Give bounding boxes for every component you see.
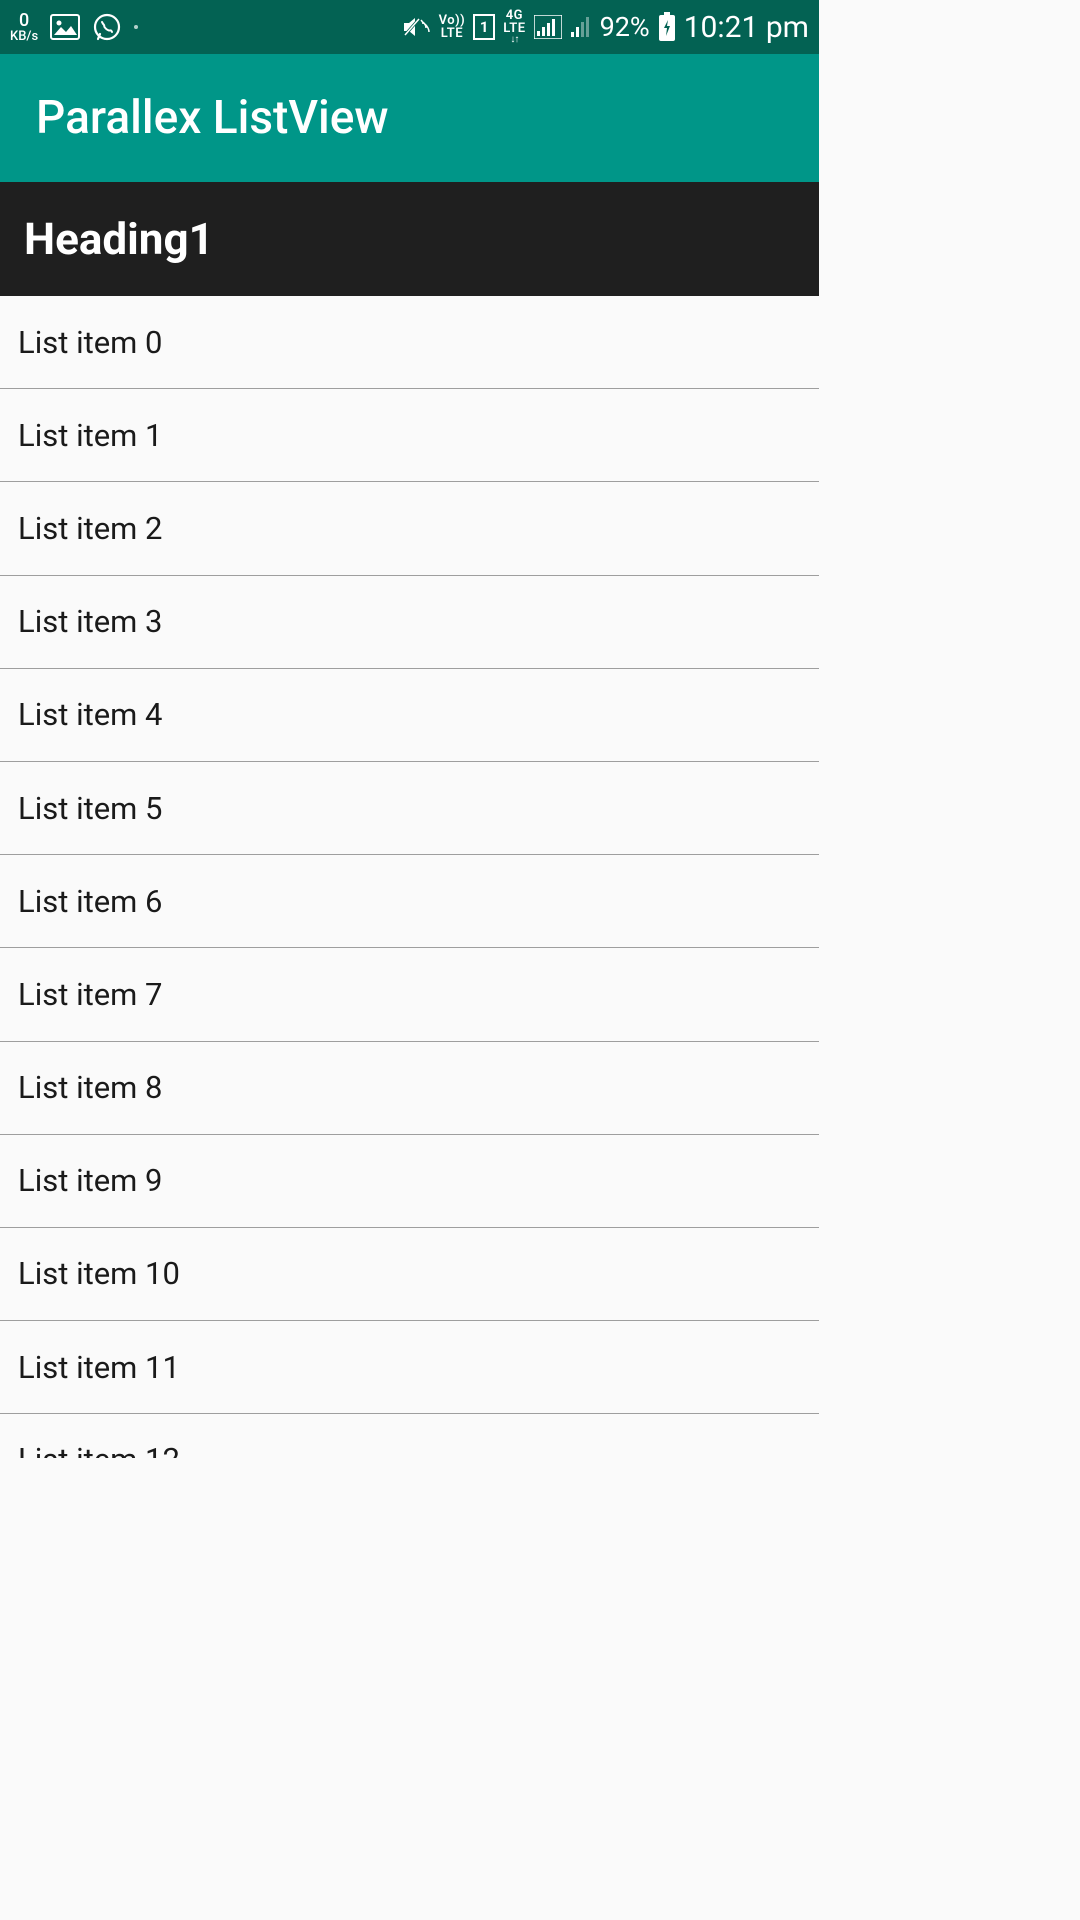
list-item-label: List item 8 [18, 1069, 162, 1106]
list-item[interactable]: List item 6 [0, 855, 819, 948]
gallery-icon [50, 14, 80, 40]
signal-icon-2 [570, 15, 592, 39]
signal-icon-1 [534, 15, 562, 39]
list-item-label: List item 2 [18, 510, 162, 547]
list-item-label: List item 6 [18, 883, 162, 920]
list-item[interactable]: List item 11 [0, 1321, 819, 1414]
list-item[interactable]: List item 9 [0, 1135, 819, 1228]
list-item[interactable]: List item 3 [0, 576, 819, 669]
list-item-label: List item 12 [18, 1441, 180, 1458]
list-item-label: List item 5 [18, 790, 162, 827]
section-heading: Heading1 [0, 182, 819, 296]
sim-indicator: 1 [473, 14, 495, 40]
volte-indicator: Vo)) LTE [439, 14, 466, 40]
list-item[interactable]: List item 7 [0, 948, 819, 1041]
list-item[interactable]: List item 8 [0, 1042, 819, 1135]
list-item[interactable]: List item 10 [0, 1228, 819, 1321]
heading-text: Heading1 [24, 213, 214, 265]
notification-dot [134, 25, 138, 29]
network-type-indicator: 4G LTE ↓↑ [503, 9, 525, 45]
status-bar: 0 KB/s [0, 0, 819, 54]
list-item[interactable]: List item 4 [0, 669, 819, 762]
list-item-label: List item 4 [18, 696, 162, 733]
list-item[interactable]: List item 12 [0, 1414, 819, 1458]
kbps-unit: KB/s [10, 30, 38, 43]
list-item-label: List item 1 [18, 417, 162, 454]
list-item-label: List item 7 [18, 976, 162, 1013]
app-title: Parallex ListView [36, 91, 389, 145]
status-left: 0 KB/s [10, 12, 138, 43]
kbps-value: 0 [19, 12, 29, 30]
list-item-label: List item 0 [18, 324, 162, 361]
list-item[interactable]: List item 5 [0, 762, 819, 855]
volte-bottom: LTE [441, 27, 463, 40]
app-bar: Parallex ListView [0, 54, 819, 182]
list-item[interactable]: List item 1 [0, 389, 819, 482]
list-item[interactable]: List item 2 [0, 482, 819, 575]
list-item-label: List item 9 [18, 1162, 162, 1199]
data-arrows-icon: ↓↑ [510, 35, 518, 45]
sim-number: 1 [480, 18, 489, 36]
list-view[interactable]: List item 0 List item 1 List item 2 List… [0, 296, 819, 1458]
clock: 10:21 pm [684, 10, 809, 45]
list-item-label: List item 3 [18, 603, 162, 640]
mute-vibrate-icon [401, 14, 431, 40]
list-item-label: List item 11 [18, 1349, 180, 1386]
list-item[interactable]: List item 0 [0, 296, 819, 389]
list-item-label: List item 10 [18, 1255, 180, 1292]
battery-charging-icon [658, 12, 676, 42]
network-speed-indicator: 0 KB/s [10, 12, 38, 43]
battery-percentage: 92% [600, 11, 650, 43]
whatsapp-icon [92, 12, 122, 42]
status-right: Vo)) LTE 1 4G LTE ↓↑ [401, 9, 809, 45]
